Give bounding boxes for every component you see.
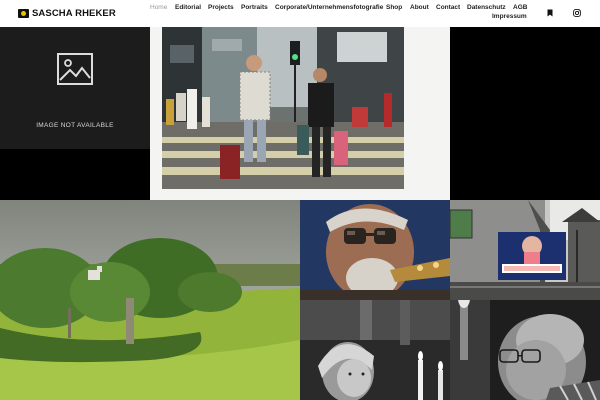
main-nav: Home Editorial Projects Portraits Corpor… xyxy=(0,4,600,24)
saxophone-player-portrait-photo xyxy=(300,200,450,300)
nav-editorial[interactable]: Editorial xyxy=(175,4,201,11)
placeholder-text: IMAGE NOT AVAILABLE xyxy=(36,122,114,129)
nav-datenschutz[interactable]: Datenschutz xyxy=(467,4,506,11)
gallery-tile-street-crossing[interactable] xyxy=(150,27,450,200)
nav-contact[interactable]: Contact xyxy=(436,4,460,11)
gallery-tile-church-girl[interactable] xyxy=(300,300,450,400)
gallery-tile-saxophone-player[interactable] xyxy=(300,200,450,300)
bookmark-icon[interactable] xyxy=(546,9,554,17)
nav-impressum[interactable]: Impressum xyxy=(492,13,527,20)
site-header: SASCHA RHEKER Home Editorial Projects Po… xyxy=(0,0,600,27)
election-poster-street-photo xyxy=(450,200,600,300)
nav-about[interactable]: About xyxy=(410,4,429,11)
church-candles-man-photo xyxy=(450,300,600,400)
gallery-tile-election-poster[interactable] xyxy=(450,200,600,300)
church-candles-girl-photo xyxy=(300,300,450,400)
nav-home[interactable]: Home xyxy=(150,4,167,11)
nav-corporate[interactable]: Corporate/Unternehmensfotografie xyxy=(275,4,383,11)
instagram-icon[interactable] xyxy=(573,9,581,17)
nav-agb[interactable]: AGB xyxy=(513,4,527,11)
placeholder-panel: IMAGE NOT AVAILABLE xyxy=(0,27,150,149)
nav-portraits[interactable]: Portraits xyxy=(241,4,268,11)
nav-shop[interactable]: Shop xyxy=(386,4,402,11)
gallery-tile-green-river[interactable] xyxy=(0,200,300,400)
street-crossing-photo xyxy=(162,27,404,189)
nav-projects[interactable]: Projects xyxy=(208,4,234,11)
gallery-tile-image-not-available[interactable]: IMAGE NOT AVAILABLE xyxy=(0,27,150,200)
green-river-landscape-photo xyxy=(0,200,300,400)
gallery-tile-black[interactable] xyxy=(450,27,600,200)
gallery-tile-church-man[interactable] xyxy=(450,300,600,400)
image-placeholder-icon xyxy=(57,53,93,85)
